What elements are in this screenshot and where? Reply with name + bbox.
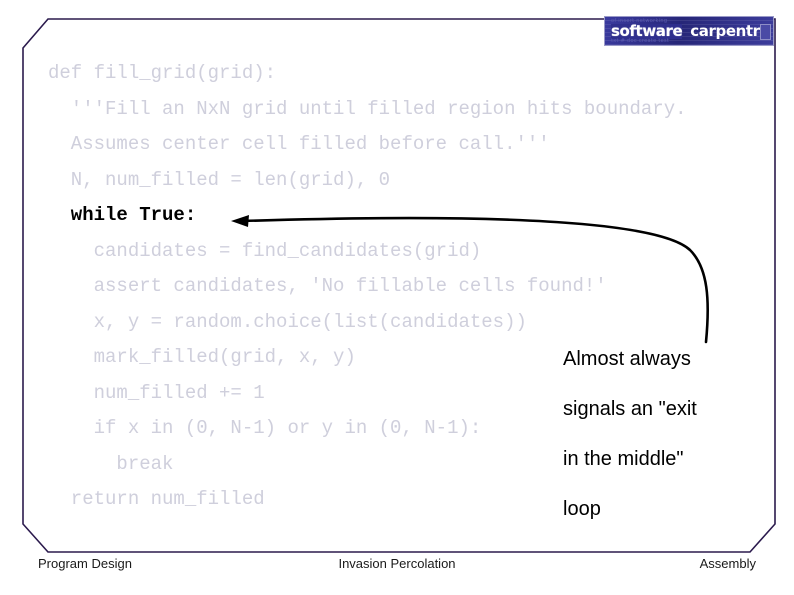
code-line: Assumes center cell filled before call.'…: [48, 133, 550, 155]
logo-word-software: software: [611, 22, 683, 40]
logo-word-carpentry: carpentry: [690, 22, 770, 40]
callout-annotation: Almost always signals an "exit in the midd…: [563, 334, 788, 534]
code-line: def fill_grid(grid):: [48, 62, 277, 84]
annotation-line: loop: [563, 498, 601, 520]
code-line: candidates = find_candidates(grid): [48, 239, 482, 262]
slide-footer: Program Design Invasion Percolation Asse…: [38, 552, 756, 574]
footer-deck-label: Assembly: [699, 555, 756, 571]
annotation-line: signals an "exit: [563, 398, 697, 420]
footer-section-label: Program Design: [38, 555, 132, 571]
annotation-line: Almost always: [563, 348, 691, 370]
software-carpentry-logo: of insert networking software carpentry …: [604, 16, 774, 46]
code-line: N, num_filled = len(grid), 0: [48, 168, 391, 191]
code-line: '''Fill an NxN grid until filled region …: [48, 97, 687, 120]
code-line: while True:: [48, 204, 197, 226]
logo-faint-bottom-text: txt # doc create test: [611, 38, 670, 44]
annotation-line: in the middle": [563, 448, 684, 470]
logo-corner-tab: [760, 24, 771, 40]
footer-topic-label: Invasion Percolation: [338, 555, 456, 571]
code-line: assert candidates, 'No fillable cells fo…: [48, 275, 607, 297]
